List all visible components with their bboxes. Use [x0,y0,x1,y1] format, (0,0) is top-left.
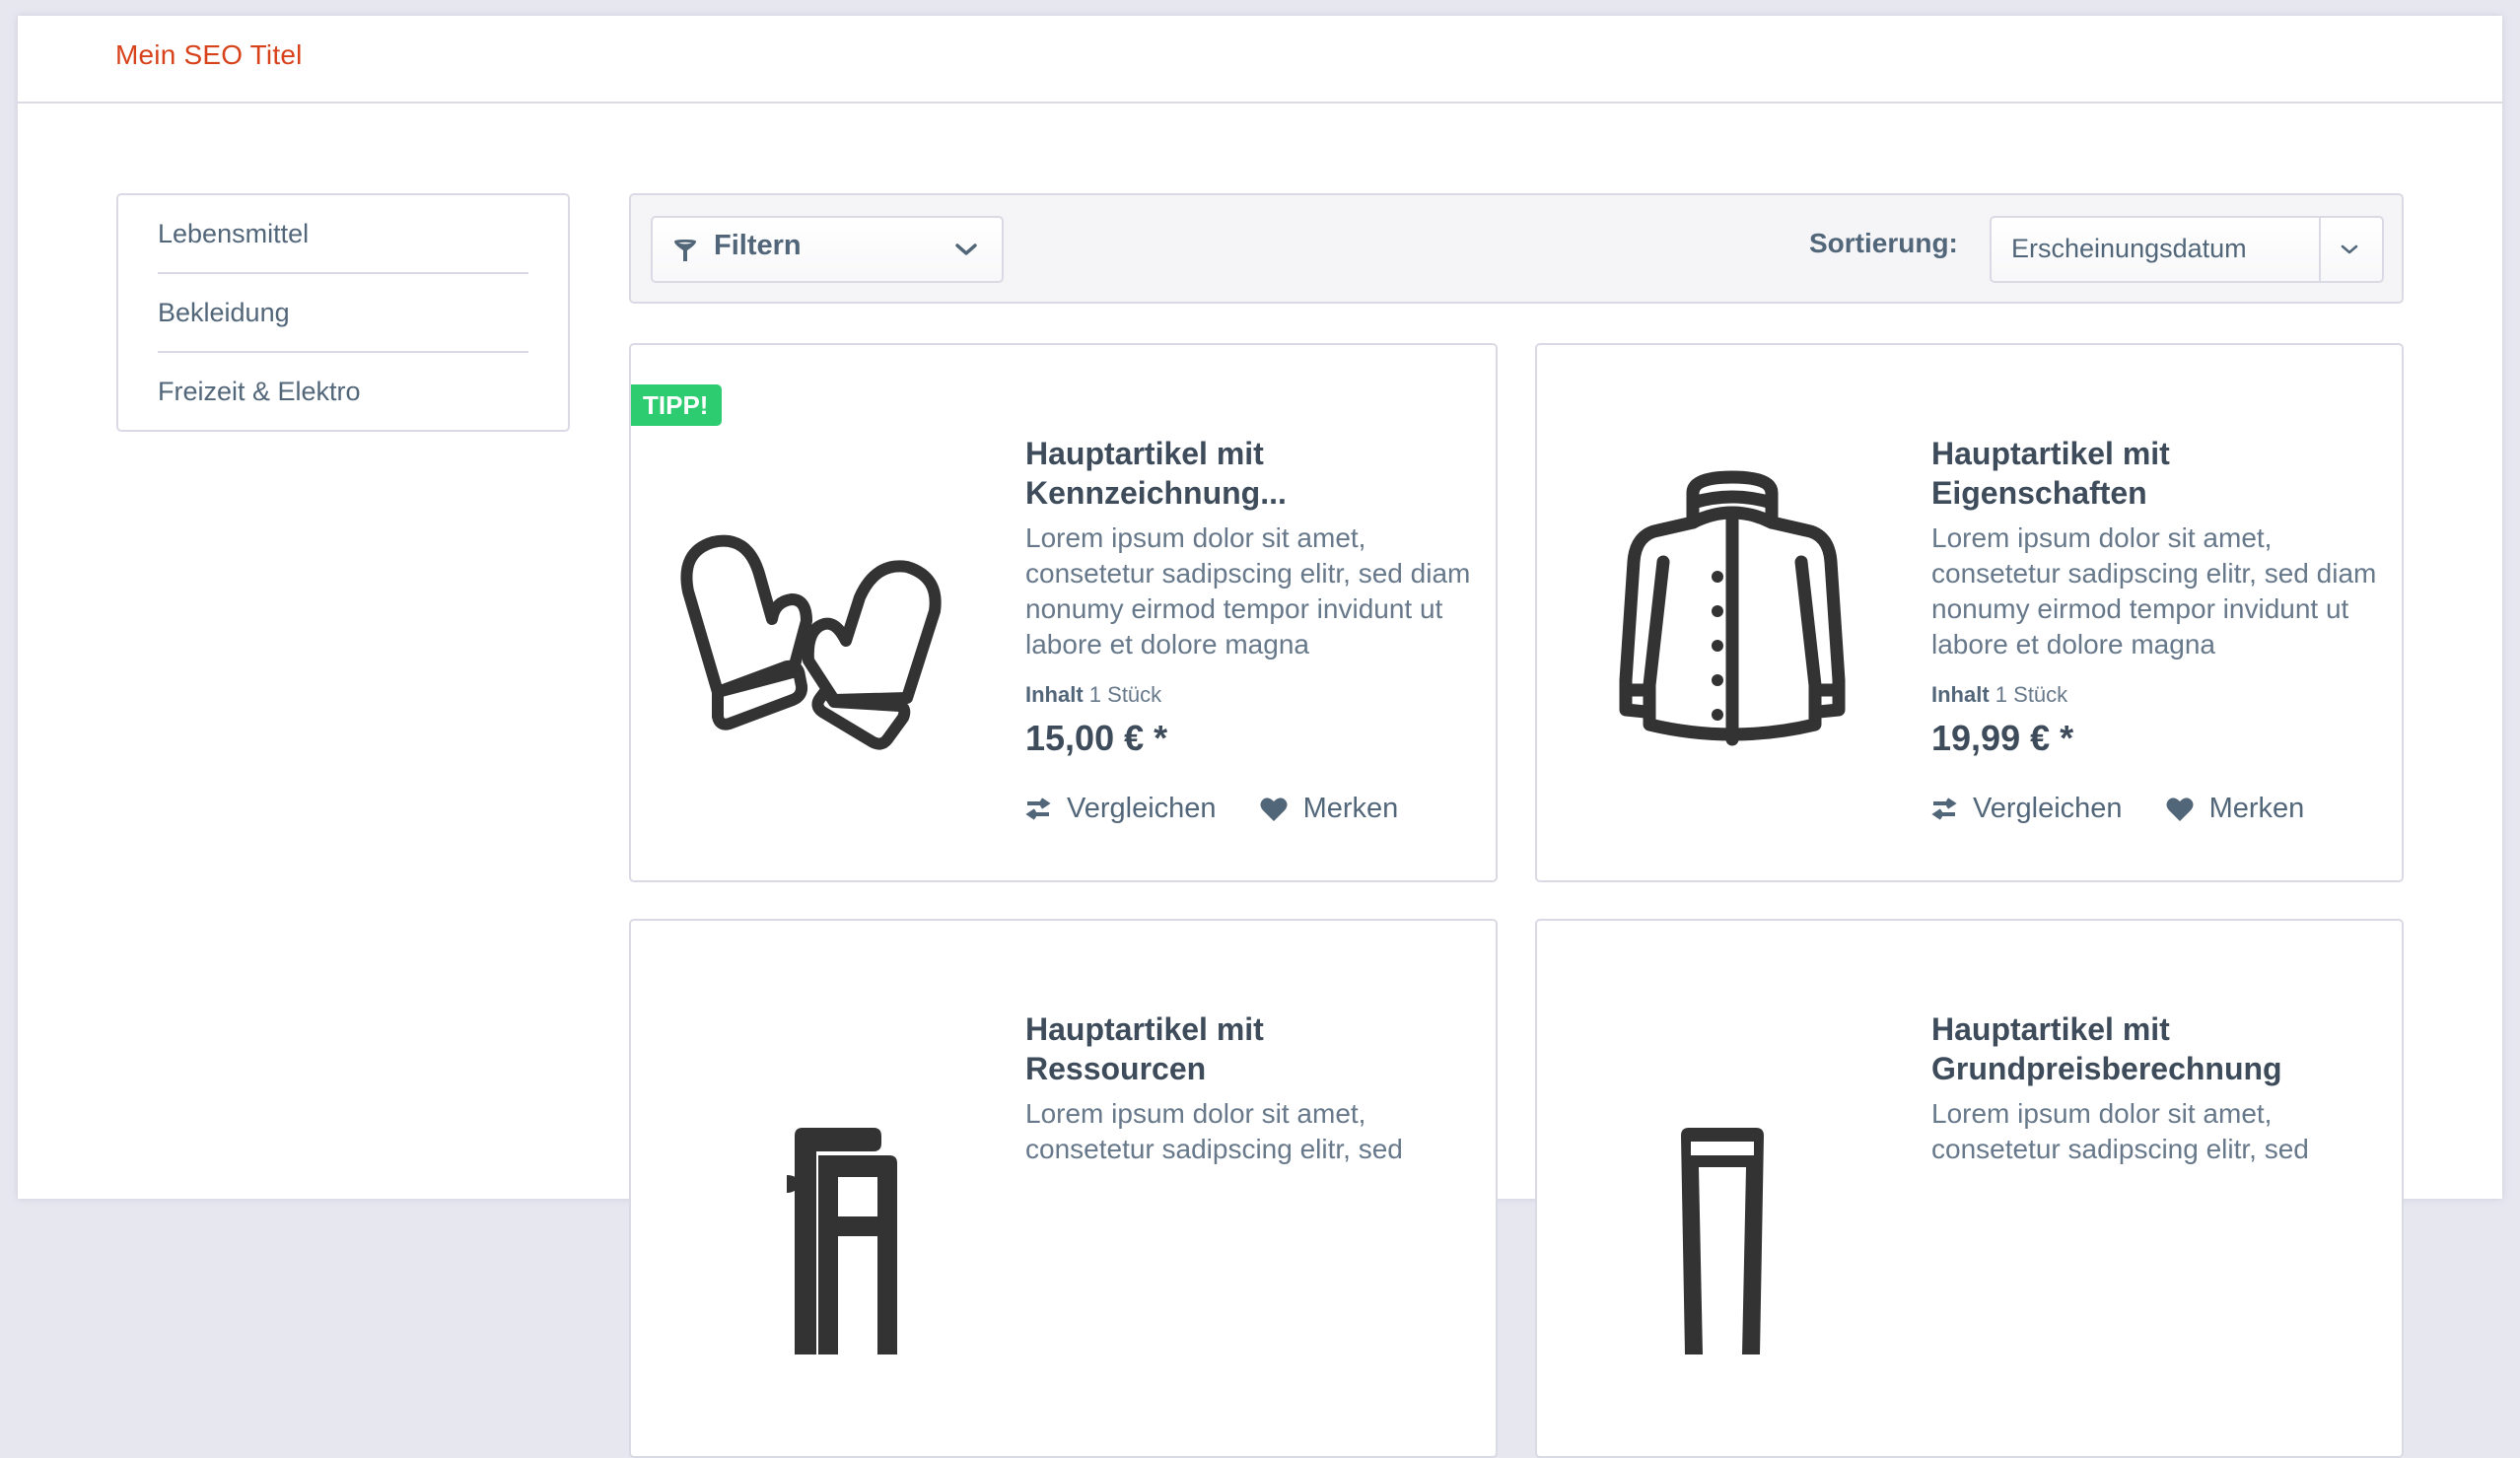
sidebar-item-lebensmittel[interactable]: Lebensmittel [158,195,528,274]
product-price: 15,00 € * [1025,718,1168,758]
product-card[interactable]: Hauptartikel mit Grundpreisberechnung Lo… [1535,919,2404,1458]
product-title-line: Grundpreisberechnung [1931,1051,2282,1086]
product-actions: Vergleichen Merken [1931,793,2385,825]
category-sidebar: Lebensmittel Bekleidung Freizeit & Elekt… [116,193,570,432]
tipp-badge: TIPP! [631,384,723,426]
product-title-line: Hauptartikel mit [1931,1011,2170,1047]
product-content: Inhalt 1 Stück [1931,682,2385,708]
product-card[interactable]: Hauptartikel mit Ressourcen Lorem ipsum … [629,919,1498,1458]
page-container: Mein SEO Titel Lebensmittel Bekleidung F… [18,16,2502,1458]
compare-button[interactable]: Vergleichen [1931,793,2123,825]
heart-icon [1260,797,1288,821]
filter-funnel-icon [674,240,696,261]
product-content: Inhalt 1 Stück [1025,682,1479,708]
wishlist-label: Merken [1302,793,1399,824]
product-card[interactable]: Hauptartikel mit Eigenschaften Lorem ips… [1535,343,2404,882]
page-title: Mein SEO Titel [115,39,303,70]
header: Mein SEO Titel [18,16,2502,104]
product-title-line: Kennzeichnung... [1025,475,1287,511]
compare-button[interactable]: Vergleichen [1025,793,1217,825]
product-title[interactable]: Hauptartikel mit Grundpreisberechnung [1931,1009,2385,1088]
wishlist-label: Merken [2208,793,2305,824]
compare-label: Vergleichen [1973,793,2123,824]
product-info: Hauptartikel mit Grundpreisberechnung Lo… [1931,1009,2385,1167]
heart-icon [2166,797,2194,821]
content-value: 1 Stück [1088,682,1162,707]
sidebar-item-freizeit-elektro[interactable]: Freizeit & Elektro [158,353,528,430]
chevron-down-icon [955,243,977,255]
chevron-down-icon [2341,244,2358,254]
product-actions: Vergleichen Merken [1025,793,1479,825]
content-value: 1 Stück [1995,682,2068,707]
product-price: 19,99 € * [1931,718,2074,758]
product-title-line: Hauptartikel mit [1025,436,1264,471]
product-info: Hauptartikel mit Kennzeichnung... Lorem … [1025,434,1479,825]
wishlist-button[interactable]: Merken [2166,793,2305,825]
product-info: Hauptartikel mit Ressourcen Lorem ipsum … [1025,1009,1479,1167]
product-title[interactable]: Hauptartikel mit Ressourcen [1025,1009,1479,1088]
product-description: Lorem ipsum dolor sit amet, consetetur s… [1025,522,1471,660]
compare-label: Vergleichen [1067,793,1217,824]
filter-label: Filtern [714,230,802,261]
product-title-line: Eigenschaften [1931,475,2147,511]
sidebar-item-bekleidung[interactable]: Bekleidung [158,274,528,353]
sort-label: Sortierung: [1809,228,1958,258]
sort-select[interactable]: Erscheinungsdatum [1990,216,2384,283]
product-card[interactable]: TIPP! Hauptartikel mit Kennzeichnung... … [629,343,1498,882]
compare-arrows-icon [1025,797,1051,820]
filter-button[interactable]: Filtern [651,216,1004,283]
product-title-line: Hauptartikel mit [1931,436,2170,471]
select-divider [2319,218,2321,281]
listing-toolbar: Filtern Sortierung: Erscheinungsdatum [629,193,2404,304]
compare-arrows-icon [1931,797,1957,820]
content-label: Inhalt [1025,682,1084,707]
sort-selected-value: Erscheinungsdatum [2011,234,2247,263]
product-description: Lorem ipsum dolor sit amet, consetetur s… [1025,1098,1403,1164]
product-title[interactable]: Hauptartikel mit Kennzeichnung... [1025,434,1479,513]
product-title[interactable]: Hauptartikel mit Eigenschaften [1931,434,2385,513]
glass-icon [1681,1128,1764,1354]
jacket-icon [1619,470,1846,746]
chairs-icon [787,1128,897,1354]
mittens-icon [680,534,942,750]
product-description: Lorem ipsum dolor sit amet, consetetur s… [1931,1098,2309,1164]
content-label: Inhalt [1931,682,1990,707]
wishlist-button[interactable]: Merken [1260,793,1399,825]
product-title-line: Hauptartikel mit [1025,1011,1264,1047]
product-info: Hauptartikel mit Eigenschaften Lorem ips… [1931,434,2385,825]
product-title-line: Ressourcen [1025,1051,1207,1086]
product-description: Lorem ipsum dolor sit amet, consetetur s… [1931,522,2377,660]
